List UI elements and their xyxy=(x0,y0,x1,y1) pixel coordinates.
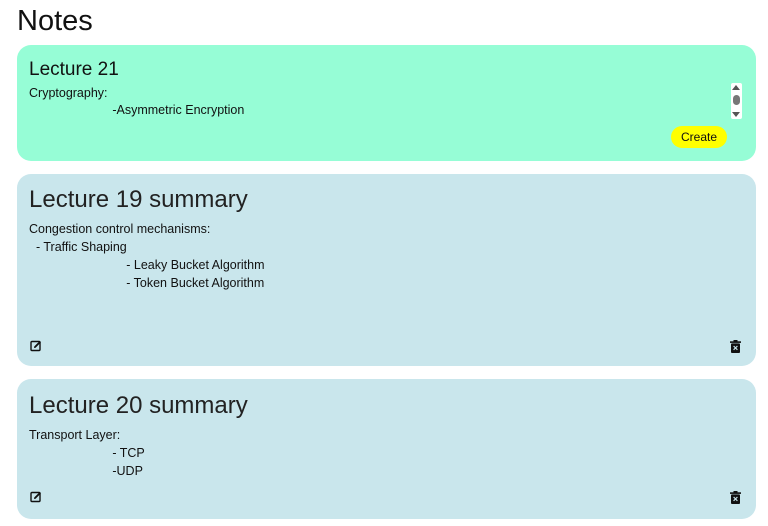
textarea-scrollbar[interactable] xyxy=(731,83,742,119)
create-button[interactable]: Create xyxy=(671,126,727,148)
note-title-input[interactable] xyxy=(29,59,729,81)
scroll-thumb[interactable] xyxy=(733,95,740,105)
note-body: Transport Layer: - TCP -UDP xyxy=(29,428,145,478)
scroll-up-icon[interactable] xyxy=(732,85,740,90)
edit-icon[interactable] xyxy=(30,340,44,354)
trash-icon[interactable] xyxy=(730,491,744,505)
note-title: Lecture 20 summary xyxy=(29,392,248,419)
note-body: Congestion control mechanisms: - Traffic… xyxy=(29,222,265,290)
note-card: Lecture 20 summary Transport Layer: - TC… xyxy=(17,379,756,519)
note-title: Lecture 19 summary xyxy=(29,186,248,213)
page-title: Notes xyxy=(17,5,93,37)
edit-icon[interactable] xyxy=(30,491,44,505)
note-card: Lecture 19 summary Congestion control me… xyxy=(17,174,756,366)
create-note-card: Cryptography: -Asymmetric Encryption Cre… xyxy=(17,45,756,161)
scroll-down-icon[interactable] xyxy=(732,112,740,117)
trash-icon[interactable] xyxy=(730,340,744,354)
note-body-textarea[interactable]: Cryptography: -Asymmetric Encryption xyxy=(29,85,729,119)
